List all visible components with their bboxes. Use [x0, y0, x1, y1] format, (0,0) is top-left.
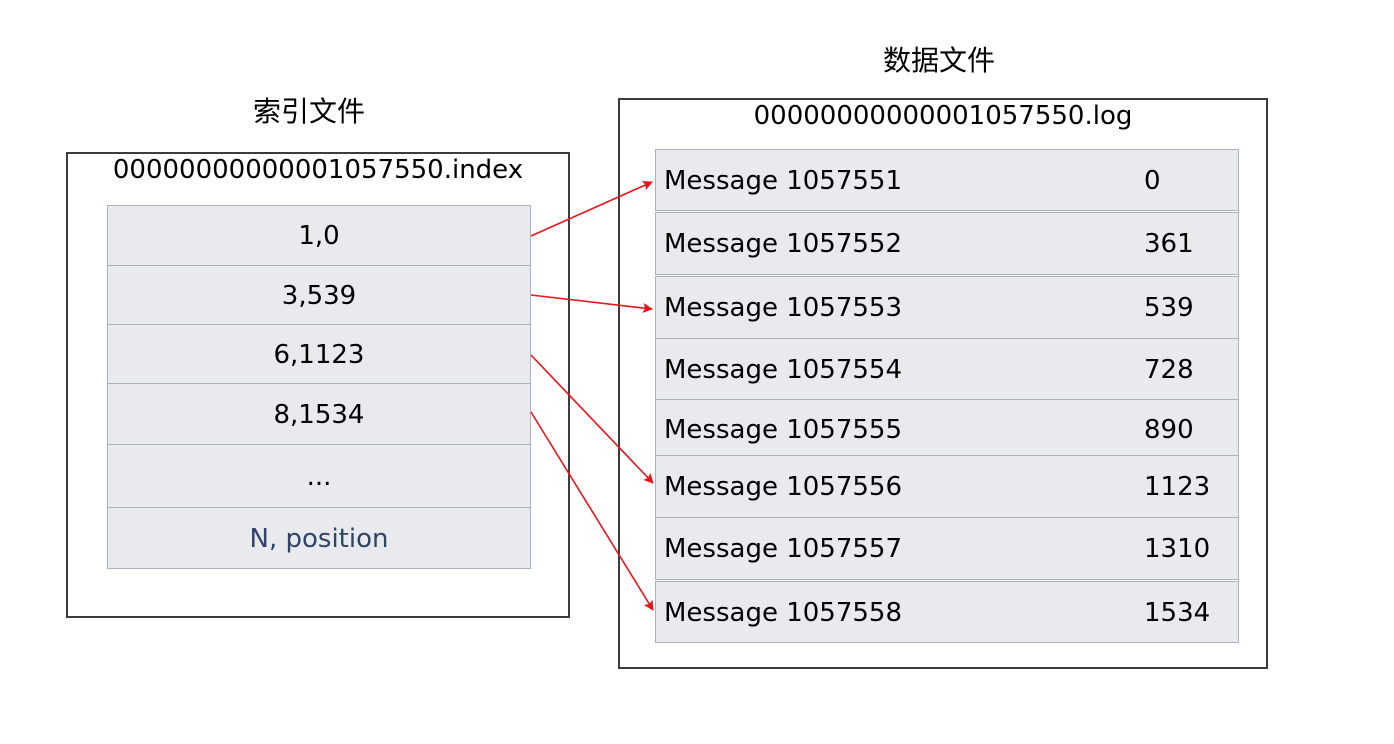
message-name: Message 1057553 [664, 293, 903, 323]
message-name: Message 1057554 [664, 355, 903, 385]
message-row: Message 1057557 1310 [655, 517, 1239, 580]
message-position: 890 [1144, 415, 1194, 445]
message-row: Message 1057555 890 [655, 399, 1239, 456]
message-position: 1123 [1144, 472, 1211, 502]
index-entry: 6,1123 [107, 324, 531, 384]
message-name: Message 1057551 [664, 166, 903, 196]
message-name: Message 1057552 [664, 229, 903, 259]
message-position: 539 [1144, 293, 1194, 323]
message-position: 728 [1144, 355, 1194, 385]
message-row: Message 1057558 1534 [655, 581, 1239, 643]
index-entry: 3,539 [107, 265, 531, 325]
message-row: Message 1057554 728 [655, 338, 1239, 400]
data-filename: 00000000000001057550.log [753, 101, 1133, 131]
message-row: Message 1057553 539 [655, 276, 1239, 339]
index-entry-placeholder: N, position [107, 507, 531, 569]
message-row: Message 1057556 1123 [655, 455, 1239, 518]
index-entry: 8,1534 [107, 383, 531, 445]
message-name: Message 1057557 [664, 534, 903, 564]
message-name: Message 1057555 [664, 415, 903, 445]
message-position: 361 [1144, 229, 1194, 259]
message-name: Message 1057556 [664, 472, 903, 502]
message-position: 1310 [1144, 534, 1211, 564]
index-filename: 00000000000001057550.index [112, 155, 524, 185]
index-file-title: 索引文件 [252, 95, 365, 128]
message-position: 1534 [1144, 598, 1211, 628]
index-entry: 1,0 [107, 205, 531, 266]
data-file-title: 数据文件 [882, 44, 995, 77]
message-row: Message 1057551 0 [655, 149, 1239, 211]
message-row: Message 1057552 361 [655, 212, 1239, 275]
message-position: 0 [1144, 166, 1161, 196]
message-name: Message 1057558 [664, 598, 903, 628]
index-entry-ellipsis: ... [107, 444, 531, 508]
